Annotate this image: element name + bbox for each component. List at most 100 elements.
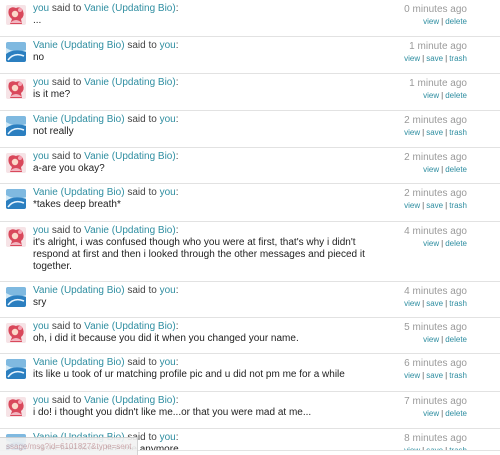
delete-link[interactable]: delete: [445, 165, 467, 174]
sender-name[interactable]: Vanie (Updating Bio): [33, 40, 125, 51]
recipient-name[interactable]: you: [160, 114, 176, 125]
view-link[interactable]: view: [423, 239, 439, 248]
trash-link[interactable]: trash: [449, 54, 467, 63]
message-row: you said to Vanie (Updating Bio): oh, i …: [0, 318, 500, 354]
recipient-name[interactable]: Vanie (Updating Bio): [84, 321, 176, 332]
trash-link[interactable]: trash: [449, 128, 467, 137]
view-link[interactable]: view: [404, 54, 420, 63]
timestamp: 2 minutes ago: [404, 188, 467, 199]
pink-character-icon: [6, 397, 26, 417]
view-link[interactable]: view: [404, 299, 420, 308]
view-link[interactable]: view: [423, 409, 439, 418]
save-link[interactable]: save: [426, 128, 443, 137]
avatar[interactable]: [6, 287, 26, 307]
said-to-text: said to: [127, 187, 160, 198]
recipient-name[interactable]: you: [160, 357, 176, 368]
colon: :: [175, 40, 179, 51]
view-link[interactable]: view: [404, 446, 420, 450]
timestamp: 6 minutes ago: [404, 358, 467, 369]
avatar[interactable]: [6, 116, 26, 136]
colon: :: [175, 225, 179, 236]
sender-name[interactable]: you: [33, 225, 49, 236]
pink-character-icon: [6, 79, 26, 99]
sender-name[interactable]: Vanie (Updating Bio): [33, 285, 125, 296]
avatar[interactable]: [6, 323, 26, 343]
sender-name[interactable]: you: [33, 321, 49, 332]
save-link[interactable]: save: [426, 446, 443, 450]
recipient-name[interactable]: you: [160, 432, 176, 443]
pink-character-icon: [6, 323, 26, 343]
delete-link[interactable]: delete: [445, 239, 467, 248]
pink-character-icon: [6, 153, 26, 173]
message-row: Vanie (Updating Bio) said to you: not re…: [0, 111, 500, 148]
sender-name[interactable]: you: [33, 3, 49, 14]
message-list: you said to Vanie (Updating Bio): ... 0 …: [0, 0, 500, 451]
message-actions: view | save | trash: [404, 127, 467, 138]
view-link[interactable]: view: [404, 201, 420, 210]
blue-scene-icon: [6, 42, 26, 62]
sender-name[interactable]: you: [33, 151, 49, 162]
sender-name[interactable]: you: [33, 77, 49, 88]
recipient-name[interactable]: Vanie (Updating Bio): [84, 77, 176, 88]
timestamp: 8 minutes ago: [404, 433, 467, 444]
recipient-name[interactable]: you: [160, 285, 176, 296]
message-actions: view | save | trash: [404, 445, 467, 450]
view-link[interactable]: view: [423, 165, 439, 174]
view-link[interactable]: view: [404, 128, 420, 137]
avatar[interactable]: [6, 227, 26, 247]
message-row: Vanie (Updating Bio) said to you: *takes…: [0, 184, 500, 222]
avatar[interactable]: [6, 397, 26, 417]
sender-name[interactable]: Vanie (Updating Bio): [33, 114, 125, 125]
save-link[interactable]: save: [426, 299, 443, 308]
message-actions: view | save | trash: [404, 370, 467, 381]
recipient-name[interactable]: Vanie (Updating Bio): [84, 3, 176, 14]
trash-link[interactable]: trash: [449, 299, 467, 308]
view-link[interactable]: view: [423, 17, 439, 26]
view-link[interactable]: view: [423, 91, 439, 100]
sender-name[interactable]: Vanie (Updating Bio): [33, 187, 125, 198]
sender-name[interactable]: Vanie (Updating Bio): [33, 357, 125, 368]
blue-scene-icon: [6, 359, 26, 379]
message-actions: view | save | trash: [404, 298, 467, 309]
avatar[interactable]: [6, 189, 26, 209]
message-row: Vanie (Updating Bio) said to you: its li…: [0, 354, 500, 392]
recipient-name[interactable]: you: [160, 40, 176, 51]
message-text: it's alright, i was confused though who …: [33, 237, 365, 272]
timestamp: 7 minutes ago: [404, 396, 467, 407]
message-text: no: [33, 52, 45, 63]
said-to-text: said to: [51, 3, 85, 14]
recipient-name[interactable]: you: [160, 187, 176, 198]
avatar[interactable]: [6, 153, 26, 173]
message-text: not really: [33, 126, 74, 137]
save-link[interactable]: save: [426, 54, 443, 63]
trash-link[interactable]: trash: [449, 371, 467, 380]
recipient-name[interactable]: Vanie (Updating Bio): [84, 395, 176, 406]
avatar[interactable]: [6, 5, 26, 25]
avatar[interactable]: [6, 79, 26, 99]
avatar[interactable]: [6, 42, 26, 62]
recipient-name[interactable]: Vanie (Updating Bio): [84, 225, 176, 236]
timestamp: 4 minutes ago: [404, 286, 467, 297]
save-link[interactable]: save: [426, 201, 443, 210]
message-row: you said to Vanie (Updating Bio): a-are …: [0, 148, 500, 184]
message-text: sry: [33, 297, 47, 308]
timestamp: 1 minute ago: [409, 41, 467, 52]
sender-name[interactable]: you: [33, 395, 49, 406]
timestamp: 1 minute ago: [409, 78, 467, 89]
delete-link[interactable]: delete: [445, 335, 467, 344]
delete-link[interactable]: delete: [445, 409, 467, 418]
avatar[interactable]: [6, 359, 26, 379]
said-to-text: said to: [51, 151, 85, 162]
message-row: Vanie (Updating Bio) said to you: no 1 m…: [0, 37, 500, 74]
trash-link[interactable]: trash: [449, 201, 467, 210]
recipient-name[interactable]: Vanie (Updating Bio): [84, 151, 176, 162]
colon: :: [175, 77, 179, 88]
delete-link[interactable]: delete: [445, 17, 467, 26]
trash-link[interactable]: trash: [449, 446, 467, 450]
delete-link[interactable]: delete: [445, 91, 467, 100]
view-link[interactable]: view: [423, 335, 439, 344]
save-link[interactable]: save: [426, 371, 443, 380]
colon: :: [175, 3, 179, 14]
view-link[interactable]: view: [404, 371, 420, 380]
said-to-text: said to: [127, 114, 160, 125]
